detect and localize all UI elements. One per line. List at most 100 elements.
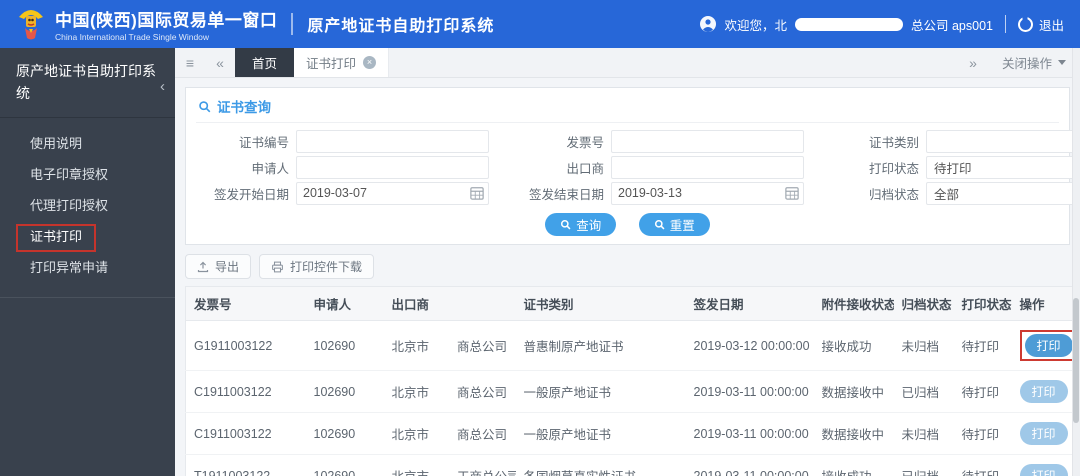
printer-icon (272, 261, 283, 272)
table-header: 发票号 申请人 出口商 证书类别 签发日期 附件接收状态 归档状态 打印状态 操… (185, 286, 1076, 321)
print-status: 待打印 (953, 412, 1012, 455)
search-button[interactable]: 查询 (545, 213, 617, 236)
exporter-name: 北京市 (391, 428, 430, 442)
start-date-label: 签发开始日期 (213, 187, 289, 202)
invoice-no-input[interactable] (611, 129, 804, 153)
cert-type-input[interactable] (926, 129, 1080, 153)
calendar-icon[interactable] (470, 186, 484, 200)
sidebar: 原产地证书自助打印系统 ‹ 使用说明 电子印章授权 代理打印授权 证书打印 打印… (0, 48, 175, 476)
table-row: C1911003122 102690 北京市 商总公司 一般原产地证书 2019-… (185, 412, 1076, 455)
col-attach-status: 附件接收状态 (813, 286, 894, 321)
applicant-code: 102690 (313, 426, 356, 441)
logout-label: 退出 (1038, 18, 1064, 33)
power-icon (1017, 16, 1033, 32)
content-area: 证书查询 证书编号 发票号 证书类别 申请人 出口商 打印状态 待打印 签发开始… (175, 78, 1080, 476)
cert-type: 一般原产地证书 (515, 370, 686, 413)
redaction-blob (795, 17, 903, 31)
tabs-scroll-right-icon[interactable]: » (958, 48, 988, 77)
tab-label: 证书打印 (306, 57, 357, 71)
tab-close-icon[interactable]: × (363, 56, 377, 69)
print-status: 待打印 (953, 370, 1012, 413)
close-operations-dropdown[interactable]: 关闭操作 (988, 48, 1080, 77)
invoice-no-label: 发票号 (566, 135, 604, 150)
issue-date: 2019-03-11 00:00:00 (685, 370, 814, 413)
cert-no-label: 证书编号 (238, 135, 289, 150)
sidebar-title-label: 原产地证书自助打印系统 (16, 63, 156, 101)
archive-status-value: 全部 (934, 187, 960, 202)
redaction (271, 429, 298, 440)
archive-status: 已归档 (893, 370, 954, 413)
col-exporter: 出口商 (383, 286, 516, 321)
invoice-no: C1911003122 (194, 384, 272, 399)
print-button[interactable]: 打印 (1024, 334, 1073, 357)
applicant-code: 102690 (313, 384, 356, 399)
issue-date: 2019-03-12 00:00:00 (685, 320, 814, 371)
col-issue-date: 签发日期 (685, 286, 814, 321)
redaction (355, 429, 374, 440)
col-print-status: 打印状态 (953, 286, 1012, 321)
cert-type: 各国烟草真实性证书 (515, 454, 686, 476)
sidebar-item-usage-instructions[interactable]: 使用说明 (0, 128, 175, 159)
issue-date: 2019-03-11 00:00:00 (685, 412, 814, 455)
applicant-input[interactable] (296, 155, 489, 179)
exporter-name: 北京市 (392, 470, 430, 476)
sidebar-item-print-exception-request[interactable]: 打印异常申请 (0, 252, 175, 283)
print-status-select[interactable]: 待打印 (926, 155, 1080, 179)
app-title: 原产地证书自助打印系统 (307, 18, 495, 35)
cert-no-input[interactable] (296, 129, 489, 153)
cert-type: 一般原产地证书 (515, 412, 686, 455)
exporter-name: 北京市 (391, 340, 430, 354)
print-button[interactable]: 打印 (1019, 464, 1068, 476)
sidebar-item-agent-print-authorization[interactable]: 代理打印授权 (0, 190, 175, 221)
brand: 中国(陕西)国际贸易单一窗口 China International Trade… (16, 6, 277, 42)
redaction (270, 471, 297, 476)
redaction (355, 387, 374, 398)
brand-title: 中国(陕西)国际贸易单一窗口 (55, 11, 278, 30)
logout-button[interactable]: 退出 (1017, 15, 1064, 34)
export-button-label: 导出 (215, 260, 240, 274)
reset-button[interactable]: 重置 (638, 213, 710, 236)
close-operations-label: 关闭操作 (1001, 57, 1052, 71)
calendar-icon[interactable] (785, 186, 799, 200)
archive-status-select[interactable]: 全部 (926, 181, 1080, 205)
tab-certificate-print[interactable]: 证书打印 × (294, 48, 390, 77)
end-date-input[interactable] (611, 181, 804, 205)
tab-home[interactable]: 首页 (235, 48, 295, 77)
exporter-input[interactable] (611, 155, 804, 179)
print-control-download-button[interactable]: 打印控件下载 (259, 254, 375, 279)
menu-toggle-icon[interactable]: ≡ (175, 48, 205, 77)
header-divider-2 (1004, 15, 1006, 33)
start-date-input[interactable] (296, 181, 489, 205)
sidebar-divider (0, 297, 175, 299)
scrollbar-thumb[interactable] (1073, 298, 1079, 423)
invoice-no: T1911003122 (194, 468, 271, 476)
invoice-no: G1911003122 (194, 338, 273, 353)
query-form: 证书编号 发票号 证书类别 申请人 出口商 打印状态 待打印 签发开始日期 20… (196, 128, 1080, 206)
col-cert-type: 证书类别 (515, 286, 686, 321)
print-button[interactable]: 打印 (1019, 380, 1068, 403)
redaction (271, 387, 298, 398)
redaction (355, 471, 374, 476)
exporter-name: 商总公司 (457, 386, 508, 400)
sidebar-collapse-icon[interactable]: ‹ (160, 75, 165, 98)
tabs-scroll-left-icon[interactable]: « (205, 48, 235, 77)
sidebar-item-certificate-print[interactable]: 证书打印 (0, 221, 175, 253)
app-window: 中国(陕西)国际贸易单一窗口 China International Trade… (0, 0, 1080, 476)
search-icon (654, 219, 665, 230)
col-operation: 操作 (1011, 286, 1076, 321)
issue-date: 2019-03-11 00:00:00 (685, 454, 814, 476)
export-icon (197, 261, 209, 272)
brand-logo-icon (19, 10, 43, 40)
applicant-code: 102690 (313, 338, 356, 353)
export-button[interactable]: 导出 (185, 254, 252, 279)
redaction (429, 388, 458, 399)
print-status-label: 打印状态 (868, 161, 919, 176)
attach-status: 数据接收中 (813, 370, 894, 413)
sidebar-item-eseal-authorization[interactable]: 电子印章授权 (0, 159, 175, 190)
col-invoice: 发票号 (185, 286, 306, 321)
print-button[interactable]: 打印 (1019, 422, 1068, 445)
print-status: 待打印 (953, 320, 1012, 371)
scrollbar-track[interactable] (1072, 48, 1080, 476)
print-status: 待打印 (953, 454, 1012, 476)
redaction (429, 342, 458, 353)
